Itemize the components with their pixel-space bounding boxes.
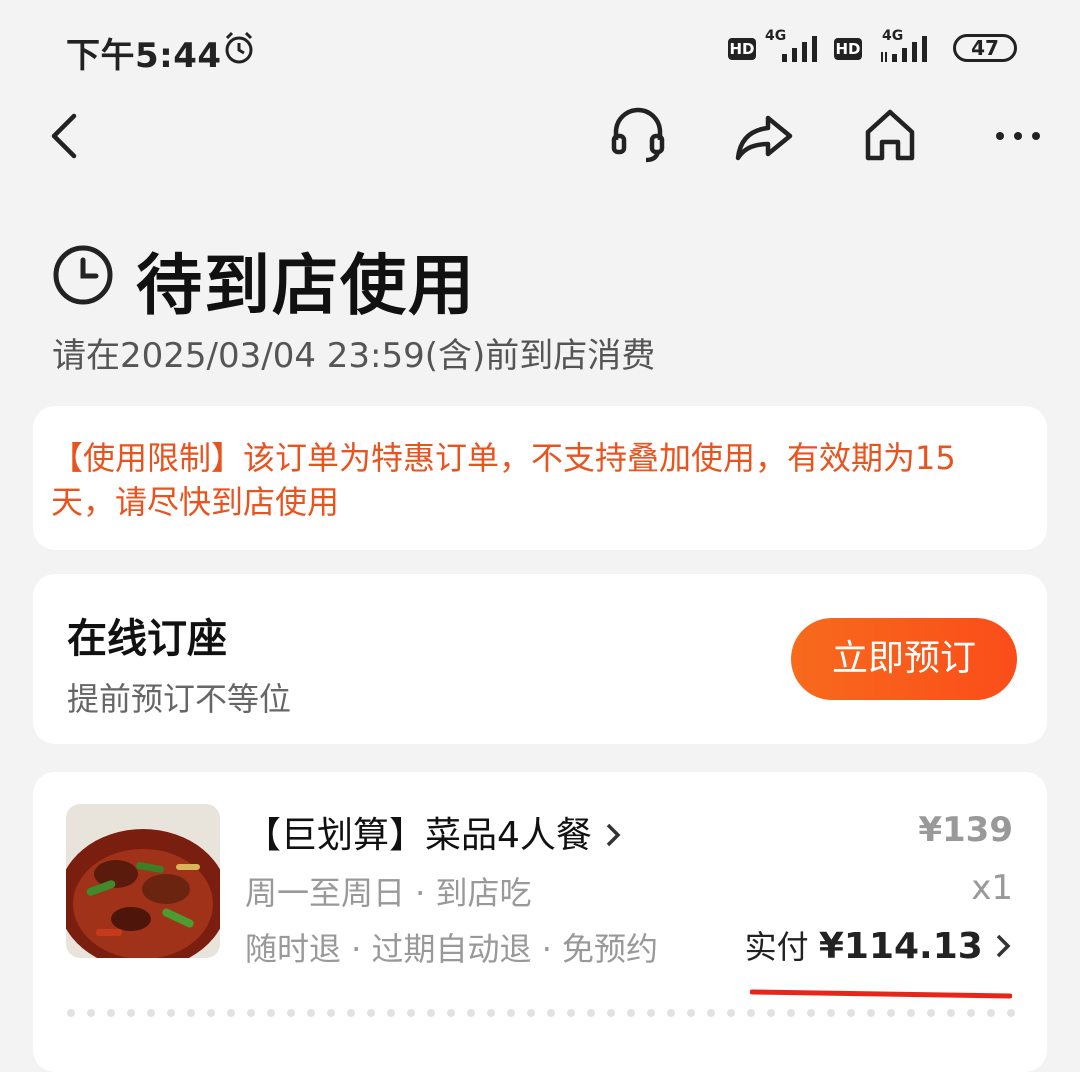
signal-icon: [782, 36, 817, 62]
product-name-link[interactable]: 【巨划算】菜品4人餐: [245, 806, 623, 858]
status-time: 下午5:44: [66, 36, 222, 76]
booking-subtitle: 提前预订不等位: [67, 680, 292, 718]
more-icon[interactable]: [988, 100, 1052, 172]
expiry-text: 请在2025/03/04 23:59(含)前到店消费: [52, 336, 656, 376]
dish-thumbnail: [66, 804, 220, 958]
headset-icon[interactable]: [606, 100, 670, 172]
chevron-right-icon: [607, 823, 621, 847]
booking-title: 在线订座: [67, 616, 227, 662]
share-icon[interactable]: [732, 100, 796, 172]
usage-restriction-text: 【使用限制】该订单为特惠订单，不支持叠加使用，有效期为15天，请尽快到店使用: [51, 439, 956, 521]
home-icon[interactable]: [858, 100, 922, 172]
order-item-card[interactable]: 【巨划算】菜品4人餐 周一至周日 · 到店吃 随时退 · 过期自动退 · 免预约…: [33, 772, 1047, 1072]
online-booking-card: 在线订座 提前预订不等位 立即预订: [33, 574, 1047, 744]
hd-badge: HD: [728, 38, 756, 60]
quantity: x1: [971, 868, 1013, 908]
status-bar: 下午5:44 HD 4G HD 4G 47: [0, 0, 1080, 95]
paid-label: 实付: [744, 928, 809, 966]
paid-amount-link[interactable]: 实付 ¥114.13: [745, 922, 1013, 968]
red-underline-mark: [750, 989, 1012, 999]
book-now-button[interactable]: 立即预订: [791, 618, 1017, 700]
top-nav: [0, 100, 1080, 180]
clock-icon: [53, 245, 113, 305]
product-availability: 周一至周日 · 到店吃: [245, 874, 532, 912]
chevron-right-icon: [996, 934, 1011, 958]
signal-icon: [881, 36, 927, 62]
usage-restriction-card: 【使用限制】该订单为特惠订单，不支持叠加使用，有效期为15天，请尽快到店使用: [33, 406, 1047, 550]
back-icon[interactable]: [40, 100, 104, 172]
paid-amount: ¥114.13: [818, 926, 983, 967]
product-policies: 随时退 · 过期自动退 · 免预约: [245, 930, 659, 968]
hd-badge: HD: [834, 38, 862, 60]
product-name: 【巨划算】菜品4人餐: [245, 815, 592, 856]
battery-indicator: 47: [953, 34, 1017, 62]
original-price: ¥139: [918, 810, 1013, 850]
alarm-icon: [225, 31, 253, 64]
perforation-divider: [67, 1009, 1015, 1017]
page-title: 待到店使用: [136, 247, 476, 324]
